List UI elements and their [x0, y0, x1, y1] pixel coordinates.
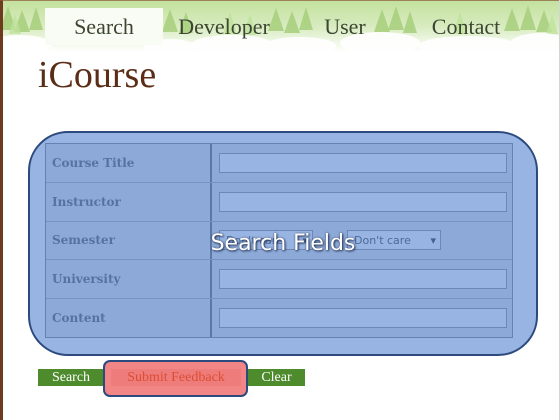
chevron-down-icon: ▾	[302, 233, 308, 247]
course-title-cell	[212, 144, 512, 182]
submit-feedback-button[interactable]: Submit Feedback	[111, 369, 241, 386]
course-title-input[interactable]	[219, 152, 507, 173]
tab-contact[interactable]: Contact	[422, 8, 510, 45]
course-title-label: Course Title	[46, 144, 212, 182]
form-row-semester: Semester Don't care ▾ Don't care ▾	[46, 221, 512, 261]
tab-user[interactable]: User	[315, 8, 375, 45]
page-top-border	[0, 0, 560, 1]
instructor-label: Instructor	[46, 182, 212, 221]
top-navigation: Search Developer User Contact	[0, 0, 560, 52]
university-cell	[212, 260, 512, 298]
content-label: Content	[46, 299, 212, 337]
search-form-table: Course Title Instructor Semester Don't c…	[45, 143, 513, 338]
form-row-content: Content	[46, 299, 512, 337]
semester-select-first-value: Don't care	[226, 233, 283, 247]
form-row-university: University	[46, 260, 512, 300]
clear-button[interactable]: Clear	[248, 369, 305, 386]
content-input[interactable]	[219, 308, 507, 329]
university-label: University	[46, 260, 212, 299]
page-left-border	[0, 0, 3, 420]
site-title: iCourse	[38, 54, 157, 96]
search-button[interactable]: Search	[38, 369, 104, 386]
semester-select-first[interactable]: Don't care ▾	[219, 230, 313, 251]
form-row-course-title: Course Title	[46, 144, 512, 183]
semester-select-second[interactable]: Don't care ▾	[347, 230, 441, 251]
form-row-instructor: Instructor	[46, 182, 512, 222]
page: Search Developer User Contact iCourse Co…	[0, 0, 560, 420]
semester-select-second-value: Don't care	[354, 233, 411, 247]
semester-label: Semester	[46, 221, 212, 260]
instructor-input[interactable]	[219, 191, 507, 212]
submit-feedback-annotation: Submit Feedback	[103, 360, 248, 397]
semester-cell: Don't care ▾ Don't care ▾	[212, 222, 512, 260]
chevron-down-icon: ▾	[430, 233, 436, 247]
tab-developer[interactable]: Developer	[172, 8, 276, 45]
tab-search[interactable]: Search	[45, 8, 163, 45]
content-cell	[212, 299, 512, 337]
instructor-cell	[212, 183, 512, 221]
university-input[interactable]	[219, 269, 507, 290]
